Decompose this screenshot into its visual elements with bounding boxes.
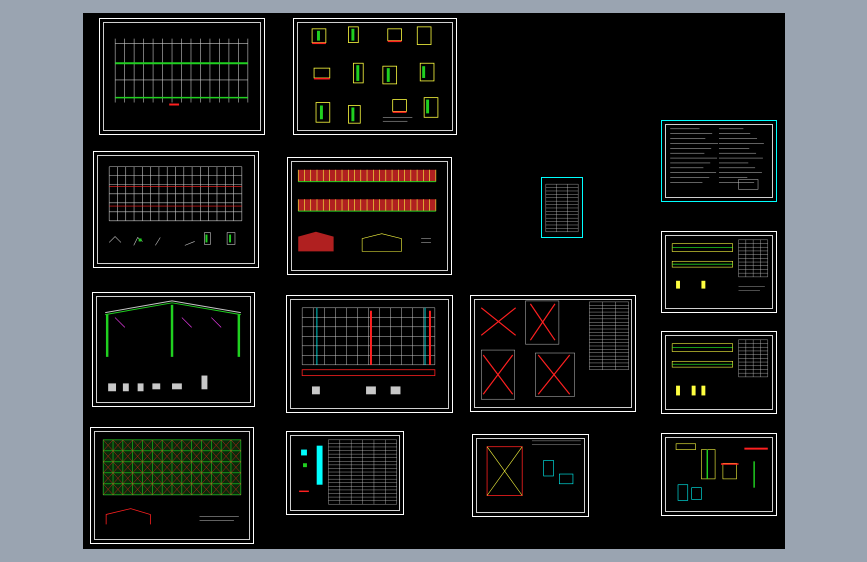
sheet-drawing-index[interactable] bbox=[541, 177, 583, 238]
foundation-plan-drawing bbox=[114, 38, 249, 106]
sheet-anchor-detail[interactable] bbox=[472, 434, 589, 517]
misc-details-drawing bbox=[675, 443, 768, 501]
drawing-canvas[interactable] bbox=[83, 13, 785, 549]
sheet-crane-beam-2[interactable] bbox=[661, 331, 777, 414]
portal-frame-drawing bbox=[105, 300, 241, 392]
sheet-purlin-plan[interactable] bbox=[90, 427, 254, 544]
sheet-node-details[interactable] bbox=[293, 18, 457, 135]
sheet-misc-details[interactable] bbox=[661, 433, 777, 516]
sheet-foundation-plan[interactable] bbox=[99, 18, 265, 135]
design-notes-drawing bbox=[670, 128, 764, 190]
sheet-crane-beam-1[interactable] bbox=[661, 231, 777, 313]
crane-beam-2-drawing bbox=[671, 339, 768, 396]
anchor-detail-drawing bbox=[486, 440, 581, 496]
sheet-bracing-details[interactable] bbox=[470, 295, 636, 412]
sheet-design-notes[interactable] bbox=[661, 120, 777, 202]
node-details-drawing bbox=[311, 26, 439, 124]
sheet-roof-bracing-plan[interactable] bbox=[286, 295, 453, 413]
sheet-material-table[interactable] bbox=[286, 431, 404, 515]
material-table-drawing bbox=[299, 439, 397, 505]
bracing-details-drawing bbox=[480, 300, 629, 400]
column-layout-drawing bbox=[108, 166, 243, 246]
roof-bracing-plan-drawing bbox=[301, 307, 436, 395]
sheet-elevations[interactable] bbox=[287, 157, 452, 275]
elevations-drawing bbox=[297, 169, 437, 252]
sheet-portal-frame[interactable] bbox=[92, 292, 255, 407]
purlin-plan-drawing bbox=[102, 439, 242, 525]
sheet-column-layout[interactable] bbox=[93, 151, 259, 268]
drawing-index-drawing bbox=[545, 183, 579, 232]
crane-beam-1-drawing bbox=[671, 239, 768, 291]
